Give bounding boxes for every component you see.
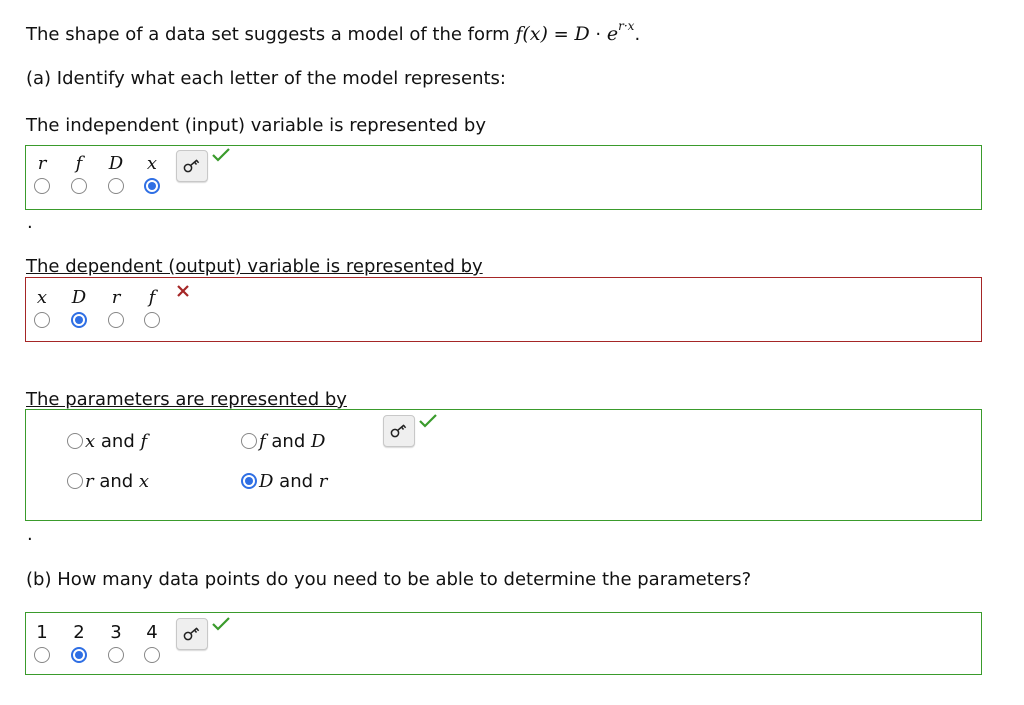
independent-option-r[interactable]: r (27, 154, 57, 196)
formula-exponent: r·x (618, 19, 635, 33)
radio-button-selected[interactable] (71, 312, 87, 328)
radio-button[interactable] (67, 472, 83, 489)
option-var-b: r (318, 471, 328, 492)
cross-icon (177, 285, 189, 297)
dependent-option-x[interactable]: x (27, 288, 57, 330)
check-icon (419, 414, 437, 428)
part-a-heading: (a) Identify what each letter of the mod… (26, 68, 506, 89)
data-points-option-4[interactable]: 4 (137, 623, 167, 665)
independent-option-f[interactable]: f (64, 154, 94, 196)
radio-button[interactable] (144, 312, 160, 328)
formula-equals: = (547, 24, 575, 45)
option-var-b: x (138, 471, 150, 492)
option-var-b: D (310, 431, 326, 452)
formula-d: D (574, 23, 590, 45)
option-label: x (146, 153, 158, 174)
option-label: f (148, 287, 156, 308)
answer-key-button[interactable] (383, 415, 415, 447)
option-and: and (93, 471, 139, 492)
answer-key-button[interactable] (176, 150, 208, 182)
key-icon (183, 159, 200, 173)
parameters-trailing-period: . (27, 524, 33, 545)
option-var-a: r (85, 471, 94, 492)
parameters-prompt: The parameters are represented by (26, 389, 347, 410)
formula-e: e (606, 23, 619, 45)
radio-button[interactable] (108, 312, 124, 328)
formula-period: . (634, 24, 641, 45)
option-and: and (265, 431, 311, 452)
option-label: 2 (73, 622, 85, 643)
intro-prefix: The shape of a data set suggests a model… (26, 24, 516, 45)
option-label: D (108, 153, 124, 174)
option-var-a: x (85, 431, 96, 452)
parameters-answer-box (25, 409, 982, 521)
radio-button[interactable] (67, 432, 83, 449)
option-label: r (37, 153, 47, 174)
dependent-option-r[interactable]: r (101, 288, 131, 330)
data-points-option-3[interactable]: 3 (101, 623, 131, 665)
answer-key-button[interactable] (176, 618, 208, 650)
radio-button[interactable] (34, 647, 50, 663)
option-and: and (273, 471, 319, 492)
intro-text: The shape of a data set suggests a model… (26, 18, 640, 46)
option-var-b: f (140, 431, 148, 452)
independent-option-x[interactable]: x (137, 154, 167, 196)
option-label: D (71, 287, 87, 308)
radio-button[interactable] (34, 312, 50, 328)
option-var-a: f (259, 431, 266, 452)
radio-button[interactable] (241, 432, 257, 449)
radio-button[interactable] (108, 178, 124, 194)
option-and: and (95, 431, 141, 452)
formula-lhs: f(x) (515, 23, 548, 45)
option-label: x (36, 287, 48, 308)
option-label: 4 (146, 622, 158, 643)
radio-button[interactable] (71, 178, 87, 194)
parameters-option-r-and-x[interactable]: r and x (67, 470, 149, 494)
dependent-answer-box (25, 277, 982, 342)
data-points-option-2[interactable]: 2 (64, 623, 94, 665)
data-points-answer-box (25, 612, 982, 675)
radio-button[interactable] (108, 647, 124, 663)
option-label: r (111, 287, 121, 308)
independent-answer-box (25, 145, 982, 210)
independent-trailing-period: . (27, 212, 33, 233)
parameters-option-d-and-r[interactable]: D and r (241, 470, 327, 494)
formula-dot: · (589, 24, 607, 45)
radio-button-selected[interactable] (241, 472, 257, 489)
key-icon (183, 627, 200, 641)
option-var-a: D (259, 471, 274, 492)
part-b-question: (b) How many data points do you need to … (26, 569, 752, 590)
dependent-option-f[interactable]: f (137, 288, 167, 330)
dependent-prompt: The dependent (output) variable is repre… (26, 256, 483, 277)
option-label: 1 (36, 622, 48, 643)
key-icon (390, 424, 407, 438)
radio-button-selected[interactable] (71, 647, 87, 663)
radio-button[interactable] (34, 178, 50, 194)
radio-button-selected[interactable] (144, 178, 160, 194)
dependent-option-d[interactable]: D (64, 288, 94, 330)
check-icon (212, 148, 230, 162)
data-points-option-1[interactable]: 1 (27, 623, 57, 665)
parameters-option-x-and-f[interactable]: x and f (67, 430, 147, 454)
radio-button[interactable] (144, 647, 160, 663)
option-label: 3 (110, 622, 122, 643)
option-label: f (75, 153, 83, 174)
check-icon (212, 617, 230, 631)
independent-prompt: The independent (input) variable is repr… (26, 115, 487, 136)
independent-option-d[interactable]: D (101, 154, 131, 196)
parameters-option-f-and-d[interactable]: f and D (241, 430, 325, 454)
